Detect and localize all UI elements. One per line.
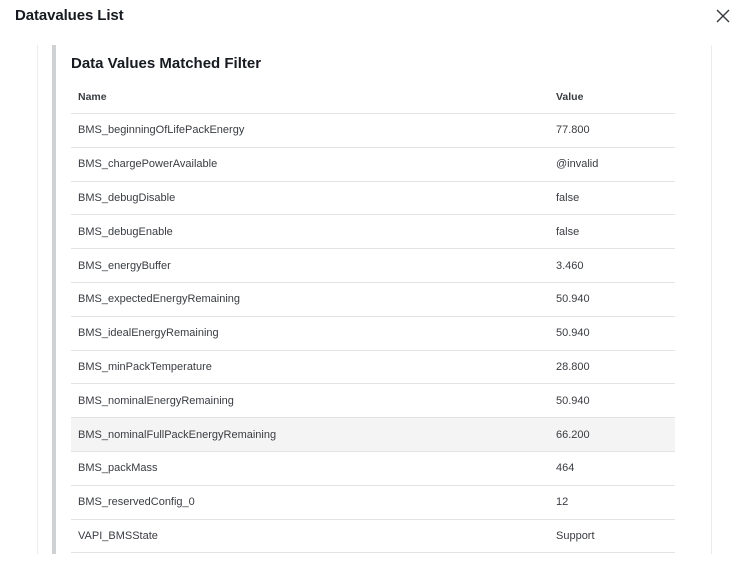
- table-row[interactable]: BMS_nominalEnergyRemaining 50.940: [71, 384, 675, 419]
- row-value: 50.940: [556, 394, 590, 407]
- close-button[interactable]: [713, 6, 733, 26]
- table-row[interactable]: BMS_debugEnable false: [71, 215, 675, 250]
- row-name: VAPI_BMSState: [78, 529, 158, 542]
- row-name: BMS_reservedConfig_0: [78, 496, 195, 509]
- table-row[interactable]: BMS_chargePowerAvailable @invalid: [71, 148, 675, 182]
- panel-heading: Data Values Matched Filter: [71, 55, 262, 72]
- row-name: BMS_debugEnable: [78, 225, 173, 238]
- row-value: 3.460: [556, 259, 584, 272]
- row-value: @invalid: [556, 158, 599, 171]
- table-row[interactable]: BMS_packMass 464: [71, 452, 675, 486]
- table-row-hovered[interactable]: BMS_nominalFullPackEnergyRemaining 66.20…: [71, 418, 675, 452]
- row-name: BMS_minPackTemperature: [78, 360, 212, 373]
- table-row[interactable]: BMS_reservedConfig_0 12: [71, 486, 675, 520]
- table-row[interactable]: BMS_minPackTemperature 28.800: [71, 351, 675, 385]
- datavalues-table: Name Value BMS_beginningOfLifePackEnergy…: [71, 80, 675, 554]
- row-name: BMS_nominalEnergyRemaining: [78, 394, 234, 407]
- table-row[interactable]: BMS_beginningOfLifePackEnergy 77.800: [71, 114, 675, 148]
- table-row[interactable]: BMS_energyBuffer 3.460: [71, 249, 675, 283]
- row-value: 28.800: [556, 360, 590, 373]
- row-name: BMS_debugDisable: [78, 191, 176, 204]
- row-name: BMS_nominalFullPackEnergyRemaining: [78, 428, 277, 441]
- table-header-row: Name Value: [71, 80, 675, 114]
- row-value: 77.800: [556, 124, 590, 137]
- row-value: false: [556, 191, 580, 204]
- row-name: BMS_expectedEnergyRemaining: [78, 293, 241, 306]
- row-value: 66.200: [556, 428, 590, 441]
- table-row[interactable]: BMS_idealEnergyRemaining 50.940: [71, 317, 675, 351]
- dialog-title: Datavalues List: [15, 7, 124, 24]
- column-header-name: Name: [78, 90, 107, 103]
- row-value: 50.940: [556, 327, 590, 340]
- panel-accent-bar: [52, 45, 56, 554]
- table-row[interactable]: BMS_expectedEnergyRemaining 50.940: [71, 283, 675, 317]
- row-value: 50.940: [556, 293, 590, 306]
- table-row[interactable]: VAPI_BMSState Support: [71, 520, 675, 554]
- row-value: 12: [556, 496, 569, 509]
- column-header-value: Value: [556, 90, 584, 103]
- row-name: BMS_idealEnergyRemaining: [78, 327, 219, 340]
- row-name: BMS_chargePowerAvailable: [78, 158, 218, 171]
- row-name: BMS_energyBuffer: [78, 259, 171, 272]
- close-icon: [716, 9, 730, 23]
- row-value: Support: [556, 529, 595, 542]
- table-row[interactable]: BMS_debugDisable false: [71, 182, 675, 216]
- row-value: 464: [556, 462, 575, 475]
- row-value: false: [556, 225, 580, 238]
- row-name: BMS_packMass: [78, 462, 158, 475]
- row-name: BMS_beginningOfLifePackEnergy: [78, 124, 245, 137]
